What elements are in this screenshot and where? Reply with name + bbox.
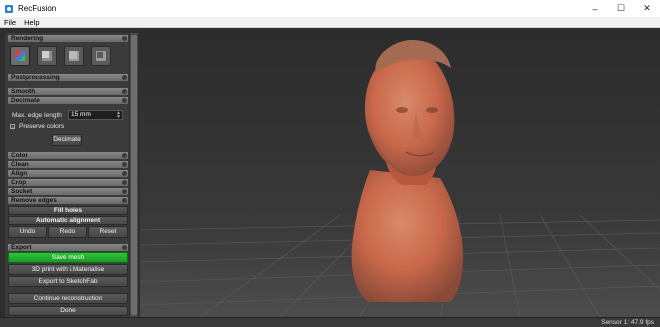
section-crop[interactable]: Crop bbox=[8, 179, 128, 186]
automatic-alignment-button[interactable]: Automatic alignment bbox=[8, 216, 128, 225]
undo-button[interactable]: Undo bbox=[8, 226, 47, 238]
collapse-icon[interactable] bbox=[122, 98, 127, 103]
sensor-fps-status: Sensor 1: 47.9 fps bbox=[601, 319, 654, 326]
preserve-colors-checkbox[interactable]: x bbox=[10, 124, 15, 129]
spinbox-arrows-icon[interactable]: ▲ ▼ bbox=[116, 111, 121, 120]
scanned-bust-mesh bbox=[351, 39, 464, 302]
shaded-cube-icon bbox=[42, 51, 52, 61]
section-smooth[interactable]: Smooth bbox=[8, 88, 128, 95]
window-title: RecFusion bbox=[18, 4, 57, 13]
app-logo-icon bbox=[4, 4, 14, 14]
render-color-button[interactable] bbox=[10, 46, 30, 66]
collapse-icon[interactable] bbox=[122, 153, 127, 158]
collapse-icon[interactable] bbox=[122, 36, 127, 41]
status-bar: Sensor 1: 47.9 fps bbox=[0, 317, 660, 327]
window-controls: – ☐ ✕ bbox=[582, 0, 660, 17]
section-socket[interactable]: Socket bbox=[8, 188, 128, 195]
section-export-label: Export bbox=[11, 244, 32, 251]
section-clean[interactable]: Clean bbox=[8, 161, 128, 168]
collapse-icon[interactable] bbox=[122, 189, 127, 194]
section-rendering[interactable]: Rendering bbox=[8, 35, 128, 42]
section-remove-edges[interactable]: Remove edges bbox=[8, 197, 128, 204]
color-cube-icon bbox=[15, 51, 25, 61]
wireframe-cube-icon bbox=[96, 51, 106, 61]
section-postprocessing-label: Postprocessing bbox=[11, 74, 60, 81]
close-button[interactable]: ✕ bbox=[634, 0, 660, 17]
section-color-label: Color bbox=[11, 152, 28, 159]
render-wireframe-button[interactable] bbox=[91, 46, 111, 66]
flat-cube-icon bbox=[69, 51, 79, 61]
section-smooth-label: Smooth bbox=[11, 88, 36, 95]
section-color[interactable]: Color bbox=[8, 152, 128, 159]
reset-button[interactable]: Reset bbox=[88, 226, 128, 238]
max-edge-length-value: 15 mm bbox=[71, 111, 91, 118]
minimize-button[interactable]: – bbox=[582, 0, 608, 17]
section-socket-label: Socket bbox=[11, 188, 33, 195]
3d-print-button[interactable]: 3D print with i.Materialise bbox=[8, 264, 128, 275]
3d-viewport[interactable] bbox=[140, 30, 660, 317]
max-edge-length-label: Max. edge length bbox=[12, 112, 62, 119]
collapse-icon[interactable] bbox=[122, 198, 127, 203]
collapse-icon[interactable] bbox=[122, 171, 127, 176]
done-button[interactable]: Done bbox=[8, 306, 128, 316]
collapse-icon[interactable] bbox=[122, 180, 127, 185]
menu-bar: File Help bbox=[0, 17, 660, 28]
collapse-icon[interactable] bbox=[122, 75, 127, 80]
decimate-button[interactable]: Decimate bbox=[52, 134, 82, 146]
section-align[interactable]: Align bbox=[8, 170, 128, 177]
collapse-icon[interactable] bbox=[122, 162, 127, 167]
collapse-icon[interactable] bbox=[122, 89, 127, 94]
section-decimate[interactable]: Decimate bbox=[8, 97, 128, 104]
preserve-colors-row[interactable]: x Preserve colors bbox=[10, 123, 64, 130]
save-mesh-button[interactable]: Save mesh bbox=[8, 252, 128, 263]
section-postprocessing[interactable]: Postprocessing bbox=[8, 74, 128, 81]
section-align-label: Align bbox=[11, 170, 28, 177]
menu-file[interactable]: File bbox=[0, 18, 20, 27]
preserve-colors-label: Preserve colors bbox=[19, 123, 65, 130]
menu-help[interactable]: Help bbox=[20, 18, 43, 27]
panel-scrollbar[interactable] bbox=[130, 33, 138, 317]
section-clean-label: Clean bbox=[11, 161, 29, 168]
render-shaded-button[interactable] bbox=[37, 46, 57, 66]
section-export[interactable]: Export bbox=[8, 244, 128, 251]
section-crop-label: Crop bbox=[11, 179, 27, 186]
max-edge-length-input[interactable]: 15 mm ▲ ▼ bbox=[68, 110, 123, 120]
continue-reconstruction-button[interactable]: Continue reconstruction bbox=[8, 293, 128, 304]
export-sketchfab-button[interactable]: Export to SketchFab bbox=[8, 276, 128, 287]
fill-holes-button[interactable]: Fill holes bbox=[8, 206, 128, 215]
section-rendering-label: Rendering bbox=[11, 35, 44, 42]
rendering-mode-group bbox=[10, 46, 111, 66]
redo-button[interactable]: Redo bbox=[48, 226, 87, 238]
maximize-button[interactable]: ☐ bbox=[608, 0, 634, 17]
collapse-icon[interactable] bbox=[122, 245, 127, 250]
scrollbar-thumb[interactable] bbox=[131, 35, 137, 315]
title-bar: RecFusion – ☐ ✕ bbox=[0, 0, 660, 17]
section-remove-edges-label: Remove edges bbox=[11, 197, 57, 204]
render-flat-button[interactable] bbox=[64, 46, 84, 66]
viewport-scene bbox=[140, 39, 660, 317]
section-decimate-label: Decimate bbox=[11, 97, 40, 104]
